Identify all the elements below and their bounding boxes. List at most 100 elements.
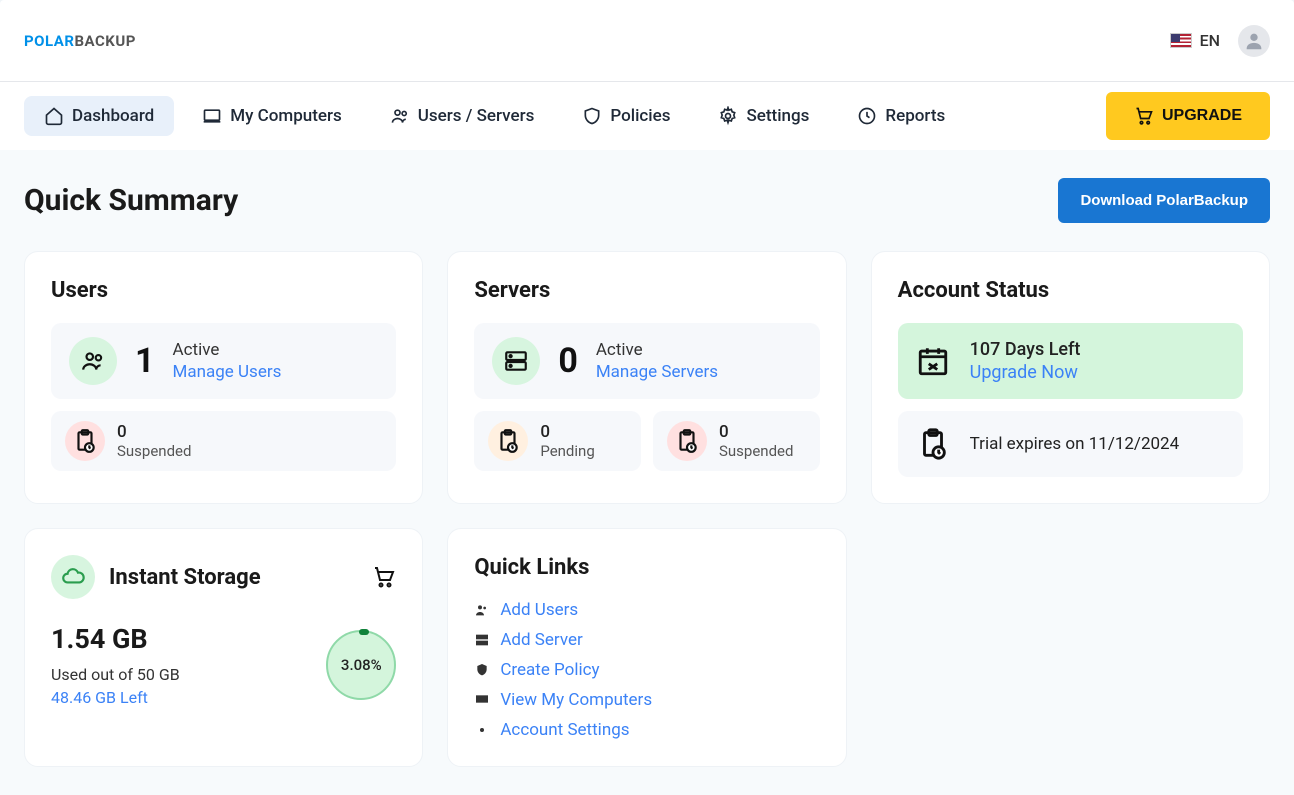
servers-count: 0 xyxy=(558,341,578,381)
servers-card: Servers 0 Active Manage Servers 0 xyxy=(447,251,846,504)
storage-used: 1.54 GB xyxy=(51,623,180,655)
manage-users-link[interactable]: Manage Users xyxy=(173,362,282,382)
upgrade-button-label: UPGRADE xyxy=(1162,107,1242,125)
language-label: EN xyxy=(1200,31,1220,50)
empty-cell xyxy=(871,528,1270,767)
storage-used-out-of: Used out of 50 GB xyxy=(51,665,180,684)
users-suspended-count: 0 xyxy=(117,422,191,442)
servers-active-row: 0 Active Manage Servers xyxy=(474,323,819,399)
quick-link-view-computers-label: View My Computers xyxy=(500,690,652,710)
users-count: 1 xyxy=(135,341,155,381)
nav-users-label: Users / Servers xyxy=(418,106,535,126)
users-active-label: Active xyxy=(173,340,282,360)
clipboard-clock-icon xyxy=(72,428,98,454)
account-days-left: 107 Days Left xyxy=(970,339,1081,360)
upgrade-now-link[interactable]: Upgrade Now xyxy=(970,362,1081,383)
account-status-title: Account Status xyxy=(898,278,1243,303)
storage-percent: 3.08% xyxy=(341,656,382,674)
server-icon xyxy=(474,632,490,648)
quick-link-create-policy[interactable]: Create Policy xyxy=(474,660,819,680)
storage-card: Instant Storage 1.54 GB Used out of 50 G… xyxy=(24,528,423,767)
topbar-right: EN xyxy=(1170,25,1270,57)
quick-link-add-users-label: Add Users xyxy=(500,600,578,620)
users-suspended-stat: 0 Suspended xyxy=(51,411,396,471)
navbar: Dashboard My Computers Users / Servers P… xyxy=(0,82,1294,150)
quick-link-view-computers[interactable]: View My Computers xyxy=(474,690,819,710)
servers-pending-icon-circle xyxy=(488,421,528,461)
users-suspended-label: Suspended xyxy=(117,442,191,460)
people-icon xyxy=(474,602,490,618)
cart-icon[interactable] xyxy=(372,565,396,589)
shield-icon xyxy=(582,106,602,126)
clock-icon xyxy=(857,106,877,126)
users-active-row: 1 Active Manage Users xyxy=(51,323,396,399)
users-suspended-icon-circle xyxy=(65,421,105,461)
people-icon xyxy=(80,348,106,374)
storage-percent-circle: 3.08% xyxy=(326,630,396,700)
account-days-row: 107 Days Left Upgrade Now xyxy=(898,323,1243,399)
quick-link-account-settings[interactable]: Account Settings xyxy=(474,720,819,740)
servers-suspended-icon-circle xyxy=(667,421,707,461)
storage-left: 48.46 GB Left xyxy=(51,688,180,707)
us-flag-icon xyxy=(1170,33,1192,48)
servers-suspended-count: 0 xyxy=(719,422,793,442)
cloud-icon xyxy=(60,564,86,590)
laptop-icon xyxy=(202,106,222,126)
gear-icon xyxy=(718,106,738,126)
quick-link-account-settings-label: Account Settings xyxy=(500,720,629,740)
servers-pending-label: Pending xyxy=(540,442,594,460)
nav-users-servers[interactable]: Users / Servers xyxy=(370,96,555,136)
account-status-card: Account Status 107 Days Left Upgrade Now… xyxy=(871,251,1270,504)
nav-dashboard[interactable]: Dashboard xyxy=(24,96,174,136)
manage-servers-link[interactable]: Manage Servers xyxy=(596,362,718,382)
language-selector[interactable]: EN xyxy=(1170,31,1220,50)
servers-suspended-label: Suspended xyxy=(719,442,793,460)
topbar: POLARBACKUP EN xyxy=(0,0,1294,82)
nav-reports-label: Reports xyxy=(885,106,945,126)
logo-text-backup: BACKUP xyxy=(74,32,135,50)
users-card: Users 1 Active Manage Users 0 xyxy=(24,251,423,504)
servers-icon-circle xyxy=(492,337,540,385)
avatar[interactable] xyxy=(1238,25,1270,57)
users-title: Users xyxy=(51,278,396,303)
quick-links-card: Quick Links Add Users Add Server Create … xyxy=(447,528,846,767)
nav-settings-label: Settings xyxy=(746,106,809,126)
laptop-icon xyxy=(474,692,490,708)
clipboard-clock-icon xyxy=(916,427,950,461)
download-button[interactable]: Download PolarBackup xyxy=(1058,178,1270,223)
shield-icon xyxy=(474,662,490,678)
upgrade-button[interactable]: UPGRADE xyxy=(1106,92,1270,140)
servers-suspended-stat: 0 Suspended xyxy=(653,411,820,471)
trial-expires-text: Trial expires on 11/12/2024 xyxy=(970,434,1180,454)
gear-icon xyxy=(474,722,490,738)
logo[interactable]: POLARBACKUP xyxy=(24,32,136,50)
storage-title: Instant Storage xyxy=(109,565,358,590)
user-icon xyxy=(1243,30,1265,52)
quick-links-title: Quick Links xyxy=(474,555,819,580)
servers-pending-stat: 0 Pending xyxy=(474,411,641,471)
nav-dashboard-label: Dashboard xyxy=(72,106,154,126)
trial-expires-row: Trial expires on 11/12/2024 xyxy=(898,411,1243,477)
page-title: Quick Summary xyxy=(24,183,238,218)
lower-grid: Instant Storage 1.54 GB Used out of 50 G… xyxy=(24,528,1270,767)
servers-active-label: Active xyxy=(596,340,718,360)
quick-link-add-server[interactable]: Add Server xyxy=(474,630,819,650)
calendar-x-icon xyxy=(916,344,950,378)
nav-settings[interactable]: Settings xyxy=(698,96,829,136)
quick-link-add-users[interactable]: Add Users xyxy=(474,600,819,620)
clipboard-clock-icon xyxy=(674,428,700,454)
server-icon xyxy=(503,348,529,374)
nav-policies[interactable]: Policies xyxy=(562,96,690,136)
nav-reports[interactable]: Reports xyxy=(837,96,965,136)
home-icon xyxy=(44,106,64,126)
nav-computers-label: My Computers xyxy=(230,106,342,126)
cloud-icon-circle xyxy=(51,555,95,599)
clipboard-clock-icon xyxy=(495,428,521,454)
servers-pending-count: 0 xyxy=(540,422,594,442)
header-row: Quick Summary Download PolarBackup xyxy=(24,178,1270,223)
quick-link-add-server-label: Add Server xyxy=(500,630,582,650)
content: Quick Summary Download PolarBackup Users… xyxy=(0,150,1294,795)
nav-computers[interactable]: My Computers xyxy=(182,96,362,136)
logo-text-polar: POLAR xyxy=(24,32,74,50)
quick-link-create-policy-label: Create Policy xyxy=(500,660,599,680)
